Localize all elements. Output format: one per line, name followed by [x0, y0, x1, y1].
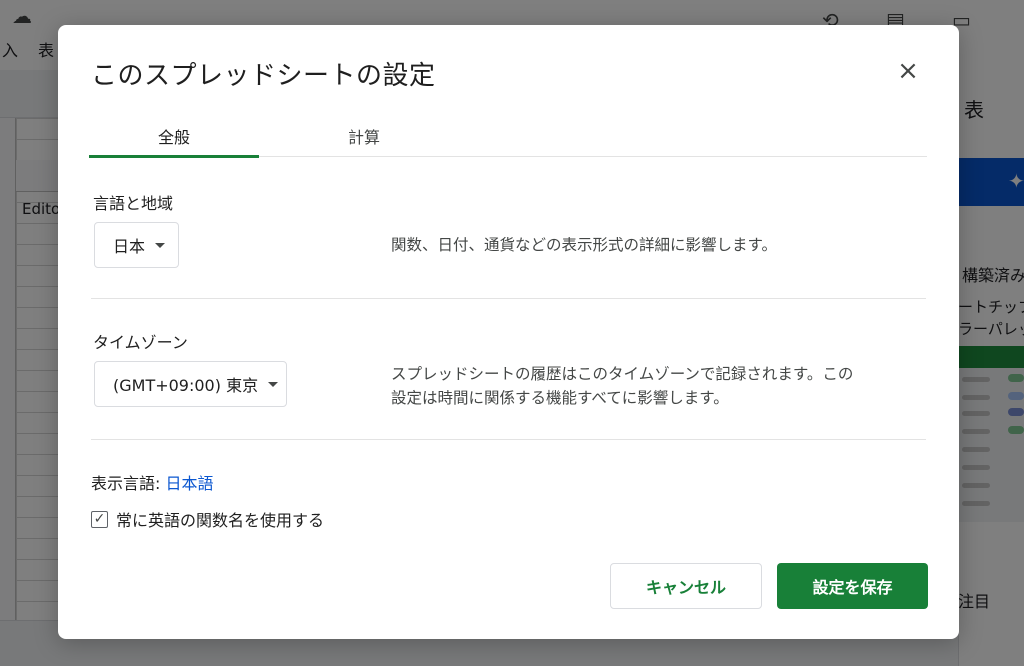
locale-description: 関数、日付、通貨などの表示形式の詳細に影響します。	[391, 236, 777, 254]
divider	[91, 439, 926, 440]
display-language-prefix: 表示言語:	[91, 474, 161, 493]
close-icon: ×	[897, 56, 919, 86]
cancel-button[interactable]: キャンセル	[610, 563, 762, 609]
tab-bar: 全般 計算	[89, 115, 927, 158]
locale-label: 言語と地域	[93, 194, 174, 213]
timezone-description-line-1: スプレッドシートの履歴はこのタイムゾーンで記録されます。この	[391, 365, 854, 383]
tab-calculation[interactable]: 計算	[279, 115, 449, 157]
timezone-value: (GMT+09:00) 東京	[113, 376, 259, 395]
divider	[91, 298, 926, 299]
timezone-label: タイムゾーン	[93, 333, 188, 352]
caret-down-icon	[155, 242, 166, 248]
locale-dropdown[interactable]: 日本	[94, 222, 179, 268]
display-language: 表示言語: 日本語	[91, 470, 214, 494]
tab-general[interactable]: 全般	[89, 115, 259, 158]
english-functions-option[interactable]: ✓ 常に英語の関数名を使用する	[91, 507, 324, 531]
close-button[interactable]: ×	[894, 57, 922, 85]
save-settings-button[interactable]: 設定を保存	[777, 563, 928, 609]
english-functions-label: 常に英語の関数名を使用する	[116, 511, 325, 530]
settings-dialog: このスプレッドシートの設定 × 全般 計算 言語と地域 日本 関数、日付、通貨な…	[58, 25, 959, 639]
english-functions-checkbox[interactable]: ✓	[91, 510, 108, 528]
checkmark-icon: ✓	[93, 511, 106, 527]
timezone-dropdown[interactable]: (GMT+09:00) 東京	[94, 361, 287, 407]
locale-value: 日本	[113, 237, 146, 256]
timezone-description: スプレッドシートの履歴はこのタイムゾーンで記録されます。この 設定は時間に関係す…	[391, 362, 926, 410]
timezone-description-line-2: 設定は時間に関係する機能すべてに影響します。	[391, 389, 729, 407]
display-language-link[interactable]: 日本語	[166, 474, 214, 493]
caret-down-icon	[268, 381, 279, 387]
dialog-title: このスプレッドシートの設定	[91, 61, 436, 91]
